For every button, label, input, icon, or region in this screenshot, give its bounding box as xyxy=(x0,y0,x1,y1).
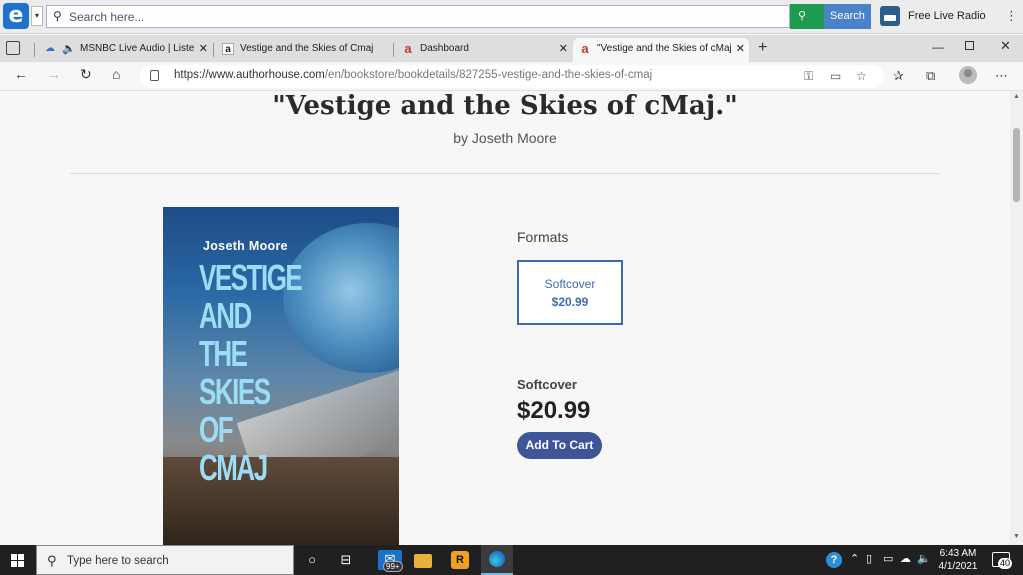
tab-title: "Vestige and the Skies of cMaj." | xyxy=(597,43,731,54)
ie-logo-icon[interactable]: e xyxy=(3,3,29,29)
url-field[interactable]: https://www.authorhouse.com/en/bookstore… xyxy=(140,65,884,88)
top-toolbar: e ▾ ⚲ Search here... ⚲ Search Free Live … xyxy=(0,0,1023,34)
book-title: "Vestige and the Skies of cMaj." xyxy=(272,91,738,121)
reader-view-icon[interactable]: ▭ xyxy=(830,69,841,83)
cover-title: VESTIGE AND THE SKIES OF CMAJ xyxy=(199,257,303,488)
format-price: $20.99 xyxy=(551,295,589,309)
toolbar-search-input[interactable]: ⚲ Search here... xyxy=(46,5,790,28)
battery-icon[interactable]: ▭ xyxy=(883,552,893,565)
tab-msnbc[interactable]: ☁ MSNBC Live Audio | Listen t 🔈 ✕ xyxy=(38,38,212,62)
taskbar-search-placeholder: Type here to search xyxy=(67,555,169,567)
tab-separator xyxy=(213,43,214,57)
book-cover-image: Joseth Moore VESTIGE AND THE SKIES OF CM… xyxy=(163,207,399,545)
back-button[interactable]: ← xyxy=(14,66,28,82)
tab-close-icon[interactable]: ✕ xyxy=(736,38,745,60)
taskbar-search-input[interactable]: ⚲ Type here to search xyxy=(36,545,294,575)
tab-separator xyxy=(34,43,35,57)
lock-icon xyxy=(150,70,159,81)
speaker-icon: 🔈 xyxy=(62,43,76,55)
amazon-icon: a xyxy=(222,43,234,55)
favorites-icon[interactable]: ✰ xyxy=(893,68,904,84)
tab-actions-icon[interactable] xyxy=(6,41,20,55)
taskbar: ⚲ Type here to search ○ ⊟ ✉ 99+ R ? ⌃ ▯ … xyxy=(0,545,1023,575)
book-author: by Joseth Moore xyxy=(453,130,557,146)
format-name: Softcover xyxy=(544,277,596,291)
help-icon[interactable]: ? xyxy=(826,552,842,568)
tab-close-icon[interactable]: ✕ xyxy=(559,38,568,60)
address-bar: ← → ↻ ⌂ https://www.authorhouse.com/en/b… xyxy=(0,62,1023,91)
minimize-button[interactable]: — xyxy=(932,40,944,54)
page-content: "Vestige and the Skies of cMaj." by Jose… xyxy=(0,91,1010,545)
device-icon[interactable]: ▯ xyxy=(866,552,872,565)
scroll-down-icon[interactable]: ▼ xyxy=(1013,533,1020,540)
volume-icon[interactable]: 🔈 xyxy=(917,552,931,565)
cortana-icon[interactable]: ○ xyxy=(302,551,322,569)
key-icon[interactable]: ⚿ xyxy=(804,69,813,84)
forward-button[interactable]: → xyxy=(47,66,61,82)
clock-time[interactable]: 6:43 AM xyxy=(932,548,984,559)
search-icon: ⚲ xyxy=(53,9,62,23)
notification-badge: 40 xyxy=(998,558,1013,569)
favorite-star-icon[interactable]: ☆ xyxy=(856,69,867,83)
authorhouse-icon: a xyxy=(581,41,589,56)
toolbar-search-placeholder: Search here... xyxy=(69,10,145,24)
cloud-icon: ☁ xyxy=(45,43,55,54)
task-view-icon[interactable]: ⊟ xyxy=(336,551,356,569)
file-explorer-icon[interactable] xyxy=(414,554,432,568)
toolbar-menu-icon[interactable]: ⋮ xyxy=(1005,8,1018,24)
profile-avatar[interactable] xyxy=(959,66,977,84)
url-text[interactable]: https://www.authorhouse.com/en/bookstore… xyxy=(174,69,652,81)
mail-badge: 99+ xyxy=(383,561,403,572)
clock-date[interactable]: 4/1/2021 xyxy=(932,561,984,572)
page-scrollbar[interactable]: ▲ ▼ xyxy=(1010,91,1023,545)
scroll-up-icon[interactable]: ▲ xyxy=(1013,93,1020,100)
chevron-up-icon[interactable]: ⌃ xyxy=(850,552,859,565)
settings-menu-icon[interactable]: ⋯ xyxy=(995,68,1008,84)
radio-icon[interactable] xyxy=(880,6,900,26)
home-button[interactable]: ⌂ xyxy=(112,66,120,82)
cover-planet xyxy=(283,223,399,373)
toolbar-search-button[interactable]: ⚲ Search xyxy=(790,4,871,29)
search-button-label: Search xyxy=(824,4,871,29)
refresh-button[interactable]: ↻ xyxy=(80,66,92,83)
app-icon[interactable]: R xyxy=(451,551,469,569)
formats-label: Formats xyxy=(517,229,569,245)
search-icon: ⚲ xyxy=(47,553,57,568)
collections-icon[interactable]: ⧉ xyxy=(926,68,935,84)
free-live-radio-link[interactable]: Free Live Radio xyxy=(908,10,986,22)
selected-price: $20.99 xyxy=(517,397,591,424)
search-icon: ⚲ xyxy=(798,10,807,22)
scroll-thumb[interactable] xyxy=(1013,128,1020,202)
authorhouse-icon: a xyxy=(404,41,412,56)
start-button[interactable] xyxy=(0,545,34,575)
new-tab-button[interactable]: + xyxy=(758,39,767,57)
url-host: https://www.authorhouse.com xyxy=(174,69,325,81)
tab-title: MSNBC Live Audio | Listen t xyxy=(80,43,194,54)
tab-title: Vestige and the Skies of Cmaj: N xyxy=(240,43,374,54)
edge-icon[interactable] xyxy=(481,545,513,575)
url-path: /en/bookstore/bookdetails/827255-vestige… xyxy=(324,69,653,81)
close-window-button[interactable]: ✕ xyxy=(1000,38,1011,54)
tab-title: Dashboard xyxy=(420,43,469,54)
tab-close-icon[interactable]: ✕ xyxy=(199,38,208,60)
tab-separator xyxy=(393,43,394,57)
divider xyxy=(70,173,940,174)
tab-amazon[interactable]: a Vestige and the Skies of Cmaj: N xyxy=(216,38,392,62)
maximize-button[interactable] xyxy=(965,41,974,50)
tab-strip: ☁ MSNBC Live Audio | Listen t 🔈 ✕ a Vest… xyxy=(0,35,1023,62)
tab-dashboard[interactable]: a Dashboard ✕ xyxy=(396,38,572,62)
format-option-softcover[interactable]: Softcover $20.99 xyxy=(517,260,623,325)
selected-format: Softcover xyxy=(517,377,577,392)
tab-vestige-active[interactable]: a "Vestige and the Skies of cMaj." | ✕ xyxy=(573,38,749,62)
add-to-cart-button[interactable]: Add To Cart xyxy=(517,432,602,459)
logo-dropdown-icon[interactable]: ▾ xyxy=(31,6,43,26)
cloud-icon[interactable]: ☁ xyxy=(900,552,911,565)
cover-author: Joseth Moore xyxy=(203,239,288,253)
